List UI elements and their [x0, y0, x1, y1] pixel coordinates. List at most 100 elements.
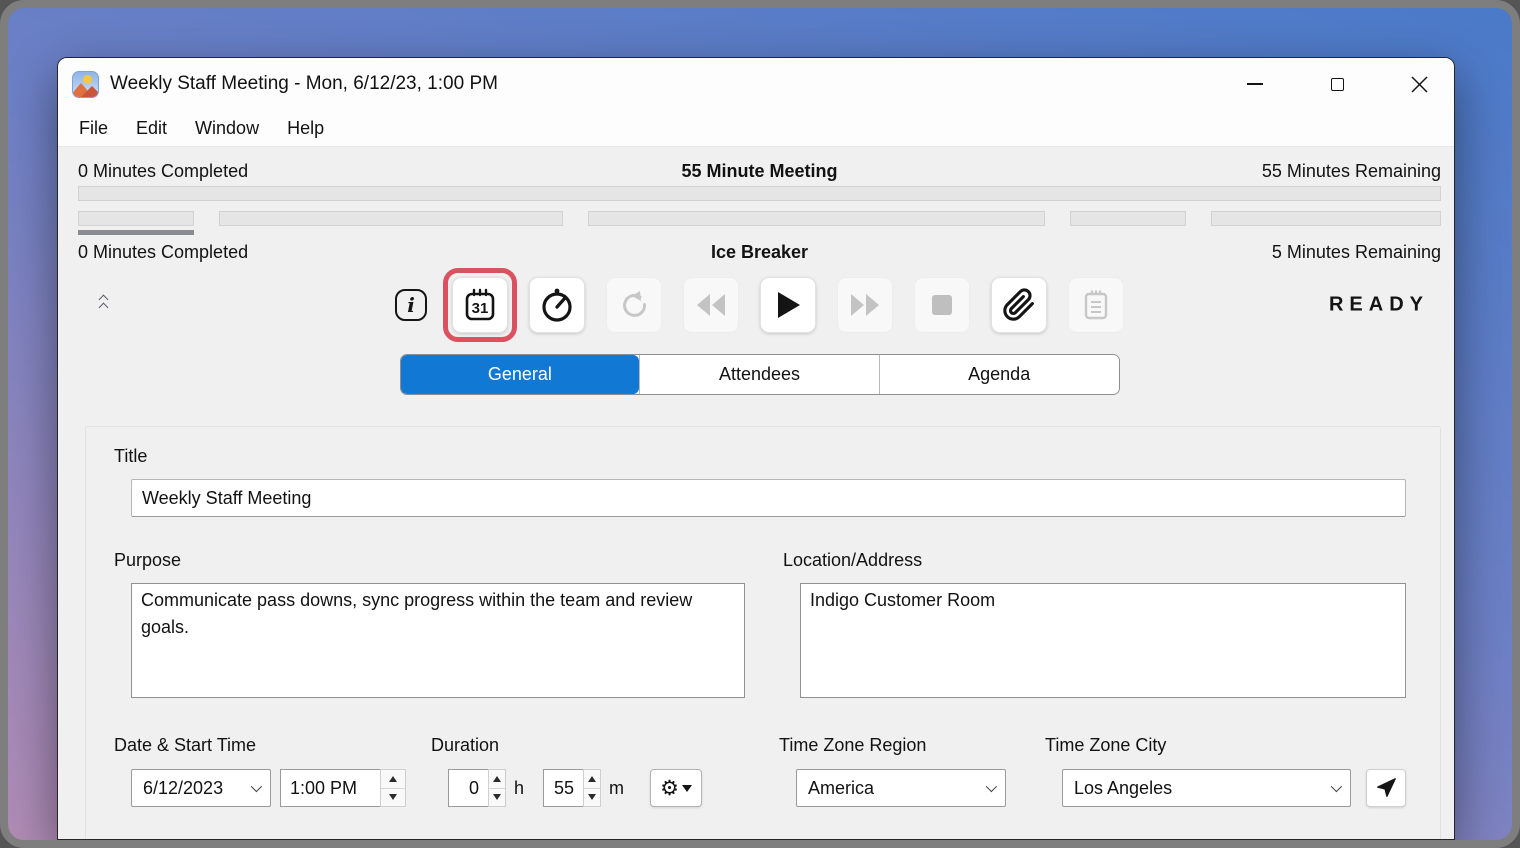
time-down-button[interactable]	[381, 788, 405, 807]
toolbar: i 31	[78, 272, 1441, 338]
tab-bar: General Attendees Agenda	[400, 354, 1120, 395]
arrow-down-icon	[588, 794, 596, 800]
menu-edit[interactable]: Edit	[122, 113, 181, 144]
duration-label: Duration	[431, 735, 707, 756]
window-controls	[1244, 73, 1440, 95]
navigation-arrow-icon	[1375, 777, 1397, 799]
location-field-group: Location/Address Indigo Customer Room	[800, 550, 1406, 698]
location-textarea[interactable]: Indigo Customer Room	[800, 583, 1406, 698]
date-value: 6/12/2023	[143, 778, 223, 799]
minutes-down-button[interactable]	[584, 788, 600, 807]
minimize-button[interactable]	[1244, 73, 1266, 95]
arrow-up-icon	[389, 776, 397, 782]
gear-icon: ⚙	[660, 778, 679, 799]
duration-minutes-value[interactable]: 55	[543, 769, 583, 807]
paperclip-icon	[1002, 288, 1036, 322]
overall-remaining-label: 55 Minutes Remaining	[838, 161, 1442, 182]
segment-completed-label: 0 Minutes Completed	[78, 242, 711, 263]
date-start-time-label: Date & Start Time	[114, 735, 406, 756]
info-icon[interactable]: i	[395, 289, 427, 321]
agenda-segment-5[interactable]	[1211, 211, 1441, 226]
desktop-background: Weekly Staff Meeting - Mon, 6/12/23, 1:0…	[0, 0, 1520, 848]
menu-bar: File Edit Window Help	[58, 110, 1454, 147]
chevron-down-icon	[986, 781, 997, 792]
stopwatch-icon	[538, 286, 576, 324]
date-start-time-group: Date & Start Time 6/12/2023 1:00 PM	[131, 735, 406, 807]
agenda-segment-1[interactable]	[78, 211, 194, 226]
agenda-segment-3[interactable]	[588, 211, 1046, 226]
collapse-chevrons-icon[interactable]	[100, 296, 107, 311]
location-label: Location/Address	[783, 550, 1406, 571]
overall-progress-bar	[78, 186, 1441, 201]
titlebar: Weekly Staff Meeting - Mon, 6/12/23, 1:0…	[58, 58, 1454, 110]
tab-agenda[interactable]: Agenda	[879, 355, 1119, 394]
app-window: Weekly Staff Meeting - Mon, 6/12/23, 1:0…	[57, 57, 1455, 840]
rewind-icon	[694, 290, 728, 320]
duration-hours-spinner: 0	[448, 769, 506, 807]
menu-help[interactable]: Help	[273, 113, 338, 144]
status-ready: READY	[1329, 294, 1429, 317]
date-dropdown[interactable]: 6/12/2023	[131, 769, 271, 807]
stop-icon	[928, 291, 956, 319]
time-value[interactable]: 1:00 PM	[280, 769, 380, 807]
locate-timezone-button[interactable]	[1366, 769, 1406, 807]
tab-attendees[interactable]: Attendees	[639, 355, 879, 394]
duration-group: Duration 0 h 55	[448, 735, 707, 807]
minutes-up-button[interactable]	[584, 770, 600, 788]
notepad-icon	[1080, 288, 1112, 322]
menu-file[interactable]: File	[65, 113, 122, 144]
overall-title-label: 55 Minute Meeting	[681, 161, 837, 182]
notes-button[interactable]	[1068, 277, 1124, 333]
hours-down-button[interactable]	[489, 788, 505, 807]
timer-button[interactable]	[529, 277, 585, 333]
purpose-textarea[interactable]: Communicate pass downs, sync progress wi…	[131, 583, 745, 698]
tab-general[interactable]: General	[401, 355, 640, 394]
duration-settings-button[interactable]: ⚙	[650, 769, 702, 807]
attachment-button[interactable]	[991, 277, 1047, 333]
main-content: 0 Minutes Completed 55 Minute Meeting 55…	[58, 161, 1454, 840]
purpose-field-group: Purpose Communicate pass downs, sync pro…	[131, 550, 745, 698]
maximize-icon	[1331, 78, 1344, 91]
minimize-icon	[1247, 83, 1263, 85]
time-up-button[interactable]	[381, 770, 405, 788]
caret-down-icon	[682, 785, 692, 792]
calendar-button[interactable]: 31	[452, 277, 508, 333]
arrow-down-icon	[389, 794, 397, 800]
rewind-button[interactable]	[683, 277, 739, 333]
duration-hours-value[interactable]: 0	[448, 769, 488, 807]
reset-button[interactable]	[606, 277, 662, 333]
menu-window[interactable]: Window	[181, 113, 273, 144]
overall-completed-label: 0 Minutes Completed	[78, 161, 681, 182]
segment-progress-labels: 0 Minutes Completed Ice Breaker 5 Minute…	[78, 242, 1441, 263]
minutes-unit-label: m	[609, 778, 624, 799]
tab-bar-container: General Attendees Agenda	[78, 354, 1441, 395]
timezone-region-label: Time Zone Region	[779, 735, 1006, 756]
reset-icon	[618, 289, 650, 321]
play-button[interactable]	[760, 277, 816, 333]
stop-button[interactable]	[914, 277, 970, 333]
calendar-button-wrapper: 31	[452, 277, 508, 333]
hours-unit-label: h	[514, 778, 524, 799]
maximize-button[interactable]	[1326, 73, 1348, 95]
agenda-segment-2[interactable]	[219, 211, 563, 226]
form-panel: Title Purpose Communicate pass downs, sy…	[85, 426, 1441, 840]
time-spinner: 1:00 PM	[280, 769, 406, 807]
app-icon-mountain	[81, 86, 99, 97]
segment-progress-bar	[78, 211, 1441, 226]
chevron-down-icon	[251, 781, 262, 792]
hours-up-button[interactable]	[489, 770, 505, 788]
agenda-segment-4[interactable]	[1070, 211, 1186, 226]
overall-progress-labels: 0 Minutes Completed 55 Minute Meeting 55…	[78, 161, 1441, 182]
app-icon	[72, 71, 99, 98]
timezone-city-dropdown[interactable]: Los Angeles	[1062, 769, 1351, 807]
arrow-up-icon	[493, 776, 501, 782]
play-icon	[773, 289, 803, 321]
title-input[interactable]	[131, 479, 1406, 517]
fast-forward-button[interactable]	[837, 277, 893, 333]
timezone-region-dropdown[interactable]: America	[796, 769, 1006, 807]
duration-minutes-spinner: 55	[543, 769, 601, 807]
timezone-region-value: America	[808, 778, 874, 799]
fast-forward-icon	[848, 290, 882, 320]
close-button[interactable]	[1408, 73, 1430, 95]
current-segment-label: Ice Breaker	[711, 242, 808, 263]
